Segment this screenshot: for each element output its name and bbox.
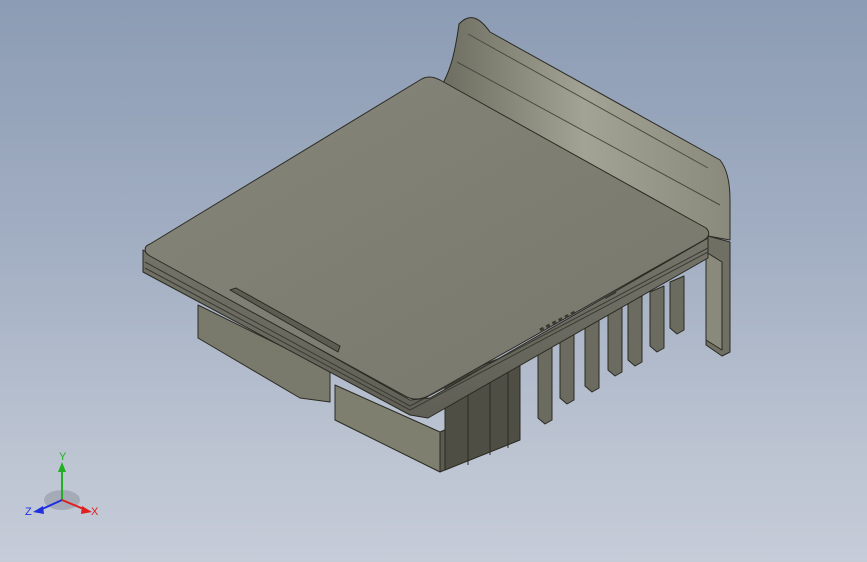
axis-triad: Y X Z bbox=[25, 451, 99, 518]
y-axis-arrow bbox=[58, 462, 66, 472]
x-axis-label: X bbox=[91, 506, 99, 518]
cad-3d-viewport[interactable] bbox=[0, 0, 867, 562]
z-axis-arrow bbox=[33, 506, 44, 514]
y-axis-label: Y bbox=[59, 451, 67, 463]
heatsink-model[interactable] bbox=[142, 17, 731, 473]
z-axis-label: Z bbox=[25, 506, 32, 518]
